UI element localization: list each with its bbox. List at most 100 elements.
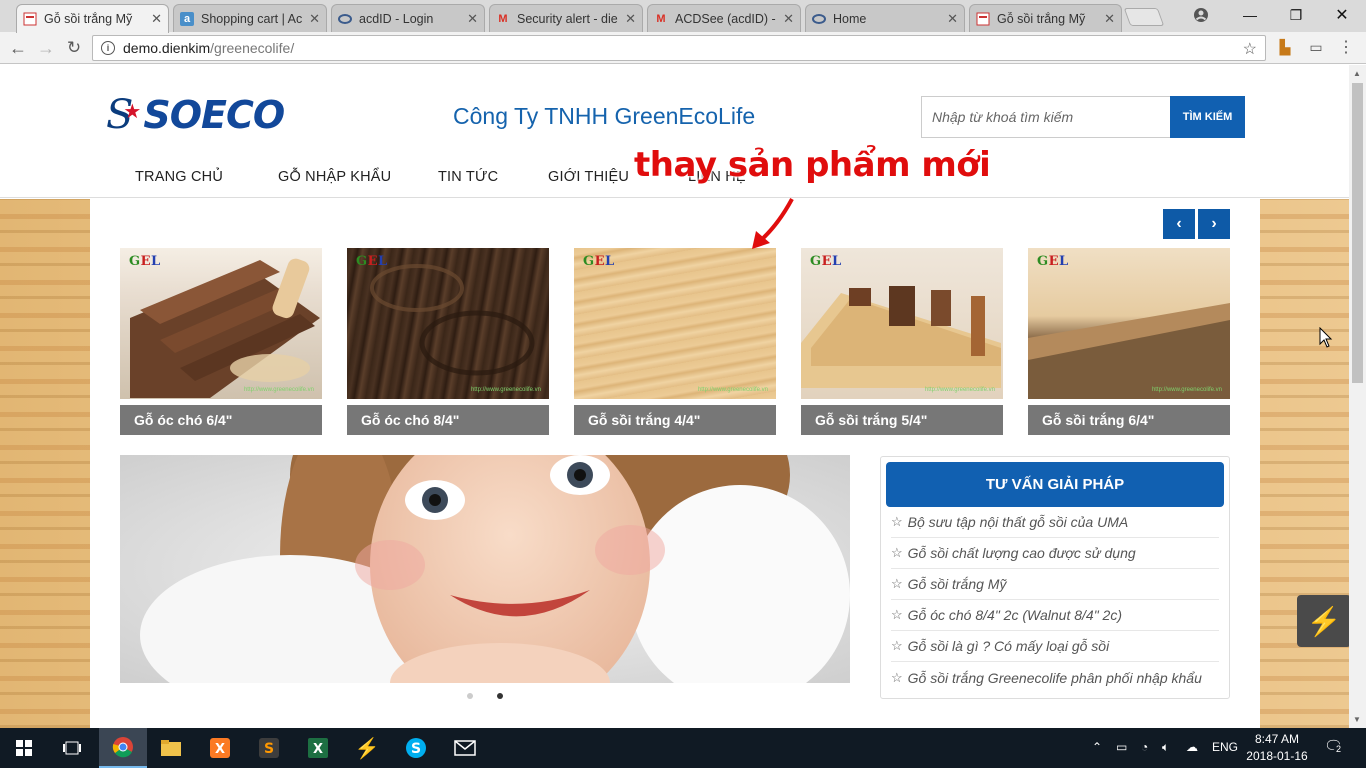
xampp-icon[interactable]: X	[196, 728, 244, 768]
wifi-icon[interactable]: ◔	[1141, 740, 1148, 754]
sidebar-item-label[interactable]: Gỗ sồi trắng Mỹ	[908, 576, 1007, 592]
windows-start-icon[interactable]	[0, 728, 48, 768]
product-card[interactable]: GEL http://www.greenecolife.vn Gỗ sồi tr…	[1028, 248, 1230, 435]
chrome-icon[interactable]	[99, 728, 147, 768]
url-path: /greenecolife/	[210, 40, 295, 56]
minimize-button[interactable]: —	[1227, 0, 1273, 30]
tab[interactable]: acdID - Login ✕	[331, 4, 485, 32]
extension-icon[interactable]: ▙	[1274, 36, 1296, 58]
address-bar[interactable]: i demo.dienkim/greenecolife/ ☆	[92, 35, 1266, 61]
reload-button[interactable]: ↻	[61, 35, 87, 61]
nav-item-imported-wood[interactable]: GỖ NHẬP KHẨU	[278, 169, 391, 185]
product-card[interactable]: GEL http://www.greenecolife.vn Gỗ óc chó…	[120, 248, 322, 435]
close-icon[interactable]: ✕	[467, 11, 478, 27]
product-card[interactable]: GEL http://www.greenecolife.vn Gỗ sồi tr…	[801, 248, 1003, 435]
tab[interactable]: Home ✕	[805, 4, 965, 32]
product-gel-logo: GEL	[583, 254, 615, 269]
sidebar-item[interactable]: ☆ Bộ sưu tập nội thất gỗ sồi của UMA	[891, 507, 1219, 538]
product-image[interactable]: GEL http://www.greenecolife.vn	[801, 248, 1003, 399]
volume-icon[interactable]: 🔈︎	[1162, 740, 1169, 755]
product-image[interactable]: GEL http://www.greenecolife.vn	[1028, 248, 1230, 399]
product-image[interactable]: GEL http://www.greenecolife.vn	[120, 248, 322, 399]
scrollbar-thumb[interactable]	[1352, 83, 1363, 383]
nav-item-home[interactable]: TRANG CHỦ	[135, 169, 223, 185]
close-icon[interactable]: ✕	[625, 11, 636, 27]
sidebar-item[interactable]: ☆ Gỗ sồi trắng Greenecolife phân phối nhậ…	[891, 662, 1219, 693]
search-button[interactable]: TÌM KIẾM	[1170, 96, 1245, 138]
nav-item-about[interactable]: GIỚI THIỆU	[548, 169, 629, 185]
cast-icon[interactable]: ▭	[1305, 36, 1327, 58]
battery-icon[interactable]: ▭	[1116, 740, 1127, 754]
tab-title: ACDSee (acdID) - I	[675, 11, 780, 26]
sidebar-item[interactable]: ☆ Gỗ sồi trắng Mỹ	[891, 569, 1219, 600]
acd-favicon-icon	[338, 12, 352, 26]
task-view-icon[interactable]	[48, 728, 96, 768]
product-image[interactable]: GEL http://www.greenecolife.vn	[574, 248, 776, 399]
scroll-up-icon[interactable]: ▲	[1353, 69, 1361, 78]
tab[interactable]: a Shopping cart | Ac ✕	[173, 4, 327, 32]
language-indicator[interactable]: ENG	[1212, 740, 1238, 754]
product-name[interactable]: Gỗ sồi trắng 6/4"	[1028, 405, 1230, 435]
carousel-next-button[interactable]: ›	[1198, 209, 1230, 239]
profile-icon[interactable]	[1178, 0, 1224, 30]
menu-icon[interactable]: ⋮	[1335, 36, 1357, 58]
sublime-text-icon[interactable]: S	[245, 728, 293, 768]
close-icon[interactable]: ✕	[1104, 11, 1115, 27]
carousel-prev-button[interactable]: ‹	[1163, 209, 1195, 239]
tab[interactable]: Gỗ sồi trắng Mỹ ✕	[969, 4, 1122, 32]
scroll-down-icon[interactable]: ▼	[1353, 715, 1361, 724]
sidebar-item-label[interactable]: Bộ sưu tập nội thất gỗ sồi của UMA	[908, 514, 1129, 530]
product-card[interactable]: GEL http://www.greenecolife.vn Gỗ óc chó…	[347, 248, 549, 435]
skype-icon[interactable]: S	[392, 728, 440, 768]
restore-button[interactable]: ❐	[1273, 0, 1319, 30]
tab[interactable]: M ACDSee (acdID) - I ✕	[647, 4, 801, 32]
bookmark-star-icon[interactable]: ☆	[1243, 39, 1257, 59]
sidebar-item-label[interactable]: Gỗ sồi là gì ? Có mấy loại gỗ sồi	[908, 638, 1110, 654]
sidebar-item-label[interactable]: Gỗ sồi trắng Greenecolife phân phối nhập…	[908, 670, 1202, 686]
forward-button[interactable]: →	[33, 35, 59, 61]
mail-icon[interactable]	[441, 728, 489, 768]
close-icon[interactable]: ✕	[783, 11, 794, 27]
lightning-app-icon[interactable]: ⚡	[343, 728, 391, 768]
product-name[interactable]: Gỗ óc chó 8/4"	[347, 405, 549, 435]
back-button[interactable]: ←	[5, 35, 31, 61]
product-name[interactable]: Gỗ sồi trắng 5/4"	[801, 405, 1003, 435]
file-explorer-icon[interactable]	[147, 728, 195, 768]
site-favicon-icon	[976, 12, 990, 26]
tab[interactable]: M Security alert - die ✕	[489, 4, 643, 32]
logo-star-icon: ★	[123, 100, 142, 123]
nav-item-news[interactable]: TIN TỨC	[438, 169, 498, 185]
info-icon[interactable]: i	[101, 41, 115, 55]
sidebar-item[interactable]: ☆ Gỗ sồi chất lượng cao được sử dụng	[891, 538, 1219, 569]
close-icon[interactable]: ✕	[947, 11, 958, 27]
product-image[interactable]: GEL http://www.greenecolife.vn	[347, 248, 549, 399]
gmail-favicon-icon: M	[656, 12, 666, 25]
onedrive-icon[interactable]: ☁︎	[1186, 740, 1198, 754]
close-icon[interactable]: ✕	[309, 11, 320, 27]
product-name[interactable]: Gỗ óc chó 6/4"	[120, 405, 322, 435]
company-name: Công Ty TNHH GreenEcoLife	[453, 103, 756, 129]
search-input[interactable]	[921, 96, 1170, 138]
hero-slider-image[interactable]	[120, 455, 850, 683]
taskbar-clock[interactable]: 8:47 AM 2018-01-16	[1246, 731, 1308, 765]
slider-dot-active[interactable]	[497, 693, 503, 699]
close-window-button[interactable]: ✕	[1319, 0, 1365, 30]
notification-center-icon[interactable]: 🗨︎2	[1324, 737, 1343, 755]
tray-chevron-icon[interactable]: ⌃	[1092, 740, 1102, 754]
page-scrollbar[interactable]: ▲ ▼	[1349, 65, 1366, 728]
slider-dot[interactable]	[467, 693, 473, 699]
sidebar-item-label[interactable]: Gỗ óc chó 8/4" 2c (Walnut 8/4" 2c)	[908, 607, 1122, 623]
tab-title: Gỗ sồi trắng Mỹ	[44, 12, 133, 26]
sidebar-item[interactable]: ☆ Gỗ óc chó 8/4" 2c (Walnut 8/4" 2c)	[891, 600, 1219, 631]
excel-icon[interactable]: X	[294, 728, 342, 768]
lightning-float-button[interactable]: ⚡	[1297, 595, 1351, 647]
sidebar-item[interactable]: ☆ Gỗ sồi là gì ? Có mấy loại gỗ sồi	[891, 631, 1219, 662]
close-icon[interactable]: ✕	[151, 11, 162, 27]
search-form: TÌM KIẾM	[921, 96, 1245, 138]
new-tab-button[interactable]	[1123, 8, 1165, 26]
product-card[interactable]: GEL http://www.greenecolife.vn Gỗ sồi tr…	[574, 248, 776, 435]
sidebar-item-label[interactable]: Gỗ sồi chất lượng cao được sử dụng	[908, 545, 1136, 561]
site-logo[interactable]: S ★ SOECO	[106, 91, 285, 139]
tab-active[interactable]: Gỗ sồi trắng Mỹ ✕	[16, 4, 169, 33]
product-name[interactable]: Gỗ sồi trắng 4/4"	[574, 405, 776, 435]
